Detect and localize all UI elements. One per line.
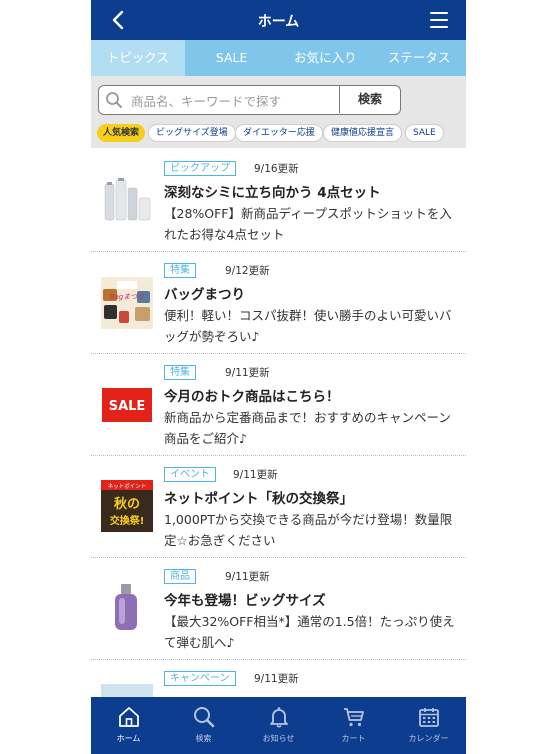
tab-bar: トピックス SALE お気に入り ステータス	[91, 40, 466, 76]
sale-thumbnail: SALE	[101, 379, 153, 431]
popular-search-label: 人気検索	[97, 124, 146, 142]
category-badge: ピックアップ	[164, 161, 236, 176]
tab-favorites[interactable]: お気に入り	[279, 40, 373, 76]
tag-health[interactable]: 健康値応援宣言	[323, 124, 403, 142]
item-description: 便利！軽い！コスパ抜群！使い勝手のよい可愛いバッグが勢ぞろい♪	[164, 308, 452, 344]
tab-status[interactable]: ステータス	[372, 40, 466, 76]
exchange-festival-thumbnail: ネットポイント 秋の 交換祭!	[101, 480, 153, 532]
updated-date: 9/11更新	[254, 673, 299, 685]
nav-label: 検索	[195, 734, 212, 743]
app-screen: ホーム トピックス SALE お気に入り ステータス 検索 人気検索 ビッグサイ…	[91, 0, 466, 754]
search-input[interactable]	[129, 90, 343, 112]
bell-icon	[269, 707, 288, 728]
big-size-product-thumbnail	[101, 582, 153, 634]
updated-date: 9/11更新	[225, 367, 270, 379]
search-icon	[106, 92, 122, 108]
item-description: 【28%OFF】新商品ディープスポットショットを入れたお得な4点セット	[164, 206, 452, 242]
nav-search[interactable]: 検索	[166, 697, 241, 754]
thumbnail-text: 交換祭!	[110, 514, 145, 527]
updated-date: 9/11更新	[225, 571, 270, 583]
item-title: 今年も登場！ビッグサイズ	[164, 593, 326, 609]
search-box: 検索	[98, 85, 401, 115]
header-bar: ホーム	[91, 0, 466, 40]
tab-sale[interactable]: SALE	[185, 40, 279, 76]
tag-sale[interactable]: SALE	[405, 124, 444, 142]
tag-dieter[interactable]: ダイエッター応援	[235, 124, 323, 142]
category-badge: イベント	[164, 467, 216, 482]
search-icon	[193, 707, 214, 728]
search-row: 検索	[91, 76, 466, 122]
popular-tags-row: 人気検索 ビッグサイズ登場 ダイエッター応援 健康値応援宣言 SALE	[91, 122, 466, 148]
category-badge: 特集	[164, 263, 196, 278]
hamburger-menu-icon[interactable]	[430, 12, 448, 28]
nav-home[interactable]: ホーム	[91, 697, 166, 754]
list-item[interactable]: ピックアップ 9/16更新 深刻なシミに立ち向かう 4点セット 【28%OFF】…	[91, 150, 466, 252]
category-badge: キャンペーン	[164, 671, 236, 686]
item-title: ネットポイント「秋の交換祭」	[164, 491, 353, 507]
nav-label: ホーム	[116, 734, 141, 743]
category-badge: 特集	[164, 365, 196, 380]
item-title: 深刻なシミに立ち向かう 4点セット	[164, 185, 381, 201]
item-description: 1,000PTから交換できる商品が今だけ登場！数量限定☆お急ぎください	[164, 512, 453, 548]
item-description: 【最大32%OFF相当*】通常の1.5倍！たっぷり使えて弾む肌へ♪	[164, 614, 455, 650]
nav-calendar[interactable]: カレンダー	[391, 697, 466, 754]
nav-label: カート	[341, 734, 366, 743]
nav-notifications[interactable]: お知らせ	[241, 697, 316, 754]
thumbnail-text: ネットポイント	[108, 483, 147, 490]
category-badge: 商品	[164, 569, 196, 584]
cart-icon	[343, 708, 364, 727]
product-set-thumbnail	[101, 174, 153, 226]
item-description: 新商品から定番商品まで！おすすめのキャンペーン商品をご紹介♪	[164, 410, 451, 446]
updated-date: 9/11更新	[233, 469, 278, 481]
thumbnail-text: SALE	[109, 399, 146, 414]
nav-label: お知らせ	[262, 734, 295, 743]
thumbnail-text: Bagまつり	[110, 293, 145, 301]
search-button[interactable]: 検索	[339, 86, 400, 113]
bottom-navigation: ホーム 検索 お知らせ カート カレンダー	[91, 697, 466, 754]
thumbnail-text: 秋の	[114, 496, 140, 512]
item-title: バッグまつり	[164, 287, 245, 303]
updated-date: 9/12更新	[225, 265, 270, 277]
tab-topics[interactable]: トピックス	[91, 40, 185, 76]
updated-date: 9/16更新	[254, 163, 299, 175]
nav-label: カレンダー	[408, 734, 449, 743]
page-title: ホーム	[257, 14, 300, 30]
home-icon	[118, 707, 139, 727]
calendar-icon	[418, 708, 439, 727]
bag-festival-thumbnail: Bagまつり	[101, 277, 153, 329]
nav-cart[interactable]: カート	[316, 697, 391, 754]
tag-big-size[interactable]: ビッグサイズ登場	[148, 124, 236, 142]
item-title: 今月のおトク商品はこちら！	[164, 389, 340, 405]
